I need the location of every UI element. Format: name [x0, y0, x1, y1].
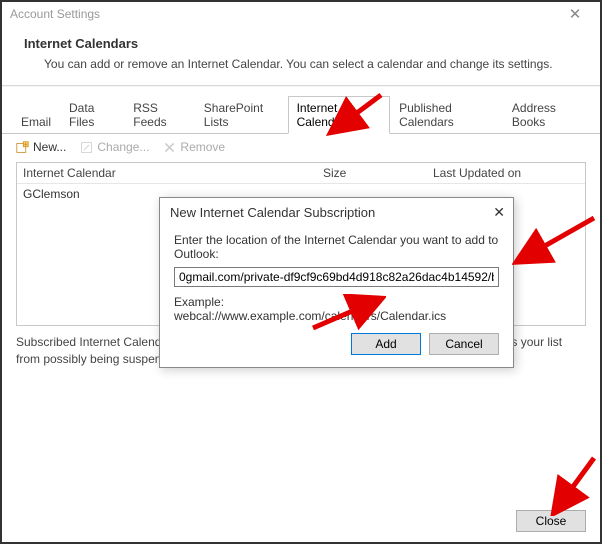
window-title: Account Settings: [10, 7, 100, 21]
modal-titlebar: New Internet Calendar Subscription ✕: [160, 198, 513, 227]
modal-title: New Internet Calendar Subscription: [170, 205, 375, 220]
tab-address-books[interactable]: Address Books: [503, 96, 590, 134]
annotation-arrow-icon: [548, 454, 600, 516]
change-label: Change...: [97, 140, 149, 154]
new-label: New...: [33, 140, 66, 154]
new-button[interactable]: New...: [16, 140, 66, 154]
change-icon: [80, 141, 93, 154]
add-button[interactable]: Add: [351, 333, 421, 355]
modal-example: Example: webcal://www.example.com/calend…: [174, 295, 499, 323]
close-icon[interactable]: ✕: [558, 5, 592, 23]
dialog-buttons: Close: [516, 510, 586, 532]
tab-published-calendars[interactable]: Published Calendars: [390, 96, 503, 134]
new-icon: [16, 141, 29, 154]
tab-label: Data Files: [69, 101, 94, 129]
modal-prompt: Enter the location of the Internet Calen…: [174, 233, 499, 261]
cancel-button[interactable]: Cancel: [429, 333, 499, 355]
tab-label: Email: [21, 115, 51, 129]
tab-datafiles[interactable]: Data Files: [60, 96, 124, 134]
remove-button[interactable]: Remove: [163, 140, 225, 154]
tab-internet-calendars[interactable]: Internet Calendars: [288, 96, 391, 134]
tab-sharepoint[interactable]: SharePoint Lists: [195, 96, 288, 134]
new-subscription-dialog: New Internet Calendar Subscription ✕ Ent…: [159, 197, 514, 368]
page-header: Internet Calendars You can add or remove…: [2, 26, 600, 85]
modal-buttons: Add Cancel: [174, 333, 499, 355]
change-button[interactable]: Change...: [80, 140, 149, 154]
remove-label: Remove: [180, 140, 225, 154]
col-size: Size: [323, 166, 433, 180]
tab-label: Published Calendars: [399, 101, 454, 129]
page-title: Internet Calendars: [24, 36, 578, 51]
tab-strip: Email Data Files RSS Feeds SharePoint Li…: [2, 87, 600, 134]
col-updated: Last Updated on: [433, 166, 579, 180]
tab-email[interactable]: Email: [12, 110, 60, 134]
tab-rss[interactable]: RSS Feeds: [124, 96, 195, 134]
list-header: Internet Calendar Size Last Updated on: [17, 163, 585, 184]
page-desc: You can add or remove an Internet Calend…: [24, 57, 578, 71]
tab-label: Address Books: [512, 101, 556, 129]
window-titlebar: Account Settings ✕: [2, 2, 600, 26]
tab-label: Internet Calendars: [297, 101, 352, 129]
modal-body: Enter the location of the Internet Calen…: [160, 227, 513, 367]
col-name: Internet Calendar: [23, 166, 323, 180]
calendar-url-input[interactable]: [174, 267, 499, 287]
close-button[interactable]: Close: [516, 510, 586, 532]
tab-label: RSS Feeds: [133, 101, 166, 129]
remove-icon: [163, 141, 176, 154]
toolbar: New... Change... Remove: [2, 134, 600, 160]
modal-close-icon[interactable]: ✕: [477, 204, 505, 221]
tab-label: SharePoint Lists: [204, 101, 263, 129]
